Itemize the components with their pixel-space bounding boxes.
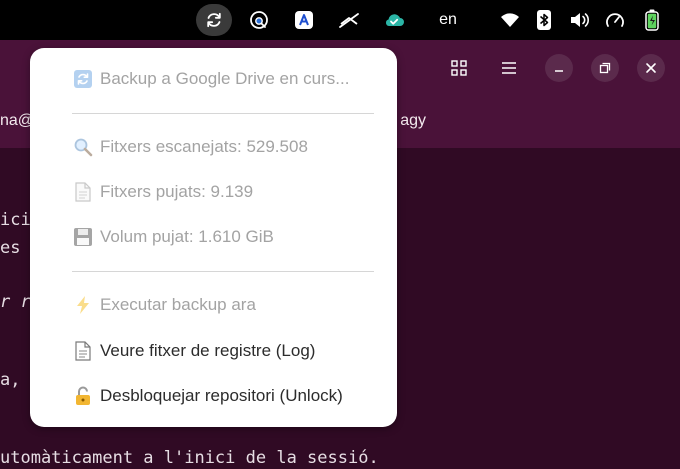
backup-sync-indicator[interactable]: [196, 4, 232, 36]
wifi-icon: [501, 13, 519, 27]
menu-separator: [72, 271, 374, 272]
keyboard-layout-label: en: [439, 11, 457, 28]
menu-item-files-uploaded: Fitxers pujats: 9.139: [72, 178, 253, 206]
bluetooth-indicator[interactable]: [534, 4, 554, 36]
menu-item-run-backup: Executar backup ara: [72, 291, 256, 319]
terminal-line: utomàticament a l'inici de la sessió.: [0, 448, 379, 468]
view-grid-button[interactable]: [445, 54, 473, 82]
menu-item-run-backup-label: Executar backup ara: [100, 295, 256, 314]
battery-charging-icon: [645, 9, 659, 31]
globe-search-icon: [250, 11, 268, 29]
bluetooth-icon: [537, 10, 551, 30]
unlocked-padlock-icon: [72, 385, 94, 407]
menu-item-unlock[interactable]: Desbloquejar repositori (Unlock): [72, 382, 343, 410]
menu-item-status: Backup a Google Drive en curs...: [72, 65, 349, 93]
top-panel: en: [0, 0, 680, 40]
network-search-indicator[interactable]: [247, 4, 271, 36]
menu-item-volume-uploaded: Volum pujat: 1.610 GiB: [72, 223, 274, 251]
close-button[interactable]: [637, 54, 665, 82]
connection-indicator[interactable]: [336, 4, 362, 36]
grid-icon: [451, 60, 467, 76]
menu-item-files-scanned: Fitxers escanejats: 529.508: [72, 133, 308, 161]
menu-item-view-log[interactable]: Veure fitxer de registre (Log): [72, 337, 315, 365]
terminal-line: ici: [0, 210, 31, 230]
menu-item-files-uploaded-label: Fitxers pujats: 9.139: [100, 182, 254, 201]
power-profile-indicator[interactable]: [603, 4, 627, 36]
speaker-icon: [571, 13, 590, 27]
disconnected-icon: [339, 13, 359, 28]
menu-item-view-log-label: Veure fitxer de registre (Log): [100, 341, 316, 360]
terminal-line: es: [0, 238, 21, 258]
minimize-icon: [555, 70, 563, 72]
menu-item-unlock-label: Desbloquejar repositori (Unlock): [100, 386, 343, 405]
app-store-indicator[interactable]: [292, 4, 316, 36]
cloud-sync-indicator[interactable]: [381, 4, 407, 36]
app-letter-icon: [295, 11, 313, 29]
restore-button[interactable]: [591, 54, 619, 82]
document-icon: [72, 340, 94, 362]
volume-indicator[interactable]: [568, 4, 592, 36]
magnifier-icon: [72, 136, 94, 158]
menu-item-volume-uploaded-label: Volum pujat: 1.610 GiB: [100, 227, 274, 246]
keyboard-layout[interactable]: en: [432, 4, 464, 36]
hamburger-icon: [502, 62, 516, 74]
cloud-check-icon: [385, 14, 404, 26]
floppy-disk-icon: [72, 226, 94, 248]
battery-indicator[interactable]: [641, 4, 663, 36]
document-icon: [72, 181, 94, 203]
minimize-button[interactable]: [545, 54, 573, 82]
lightning-icon: [72, 294, 94, 316]
wifi-indicator[interactable]: [498, 4, 522, 36]
menu-item-status-label: Backup a Google Drive en curs...: [100, 69, 350, 88]
sync-icon: [207, 12, 221, 28]
backup-indicator-menu: Backup a Google Drive en curs... Fitxers…: [30, 48, 397, 427]
restore-icon: [599, 62, 611, 74]
menu-item-files-scanned-label: Fitxers escanejats: 529.508: [100, 137, 308, 156]
menu-separator: [72, 113, 374, 114]
close-icon: [646, 63, 656, 73]
terminal-title-left: na@: [0, 112, 35, 129]
refresh-icon: [72, 68, 94, 90]
menu-button[interactable]: [495, 54, 523, 82]
speedometer-icon: [606, 13, 624, 27]
